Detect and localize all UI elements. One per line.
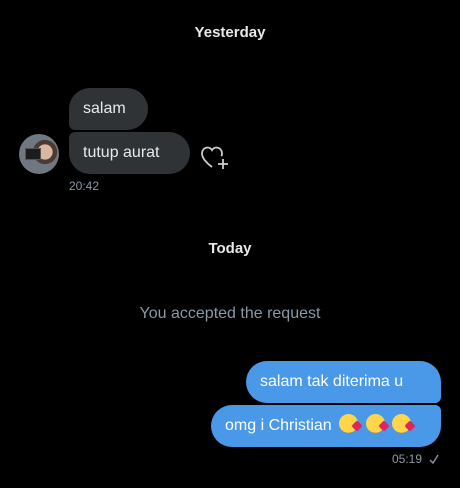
date-separator-yesterday: Yesterday — [194, 24, 266, 41]
outgoing-message[interactable]: omg i Christian — [211, 405, 441, 447]
sent-check-icon — [429, 454, 439, 465]
avatar[interactable] — [19, 134, 59, 174]
incoming-message-text: tutup aurat — [83, 144, 160, 161]
incoming-message[interactable]: tutup aurat — [69, 132, 190, 174]
incoming-message-text: salam — [83, 100, 126, 117]
outgoing-message-text: omg i Christian — [225, 417, 332, 434]
outgoing-message[interactable]: salam tak diterima u — [246, 361, 441, 403]
outgoing-timestamp: 05:19 — [392, 452, 423, 466]
incoming-message[interactable]: salam — [69, 88, 148, 130]
outgoing-message-text: salam tak diterima u — [260, 373, 404, 390]
avatar-image — [25, 148, 41, 160]
kissing-face-emoji-icon — [392, 414, 412, 433]
date-separator-today: Today — [208, 240, 252, 257]
incoming-timestamp: 20:42 — [69, 179, 100, 193]
kissing-face-emoji-icon — [365, 414, 385, 433]
kissing-face-emoji-icon — [339, 414, 359, 433]
heart-plus-icon[interactable] — [200, 144, 230, 172]
system-message: You accepted the request — [139, 305, 321, 322]
